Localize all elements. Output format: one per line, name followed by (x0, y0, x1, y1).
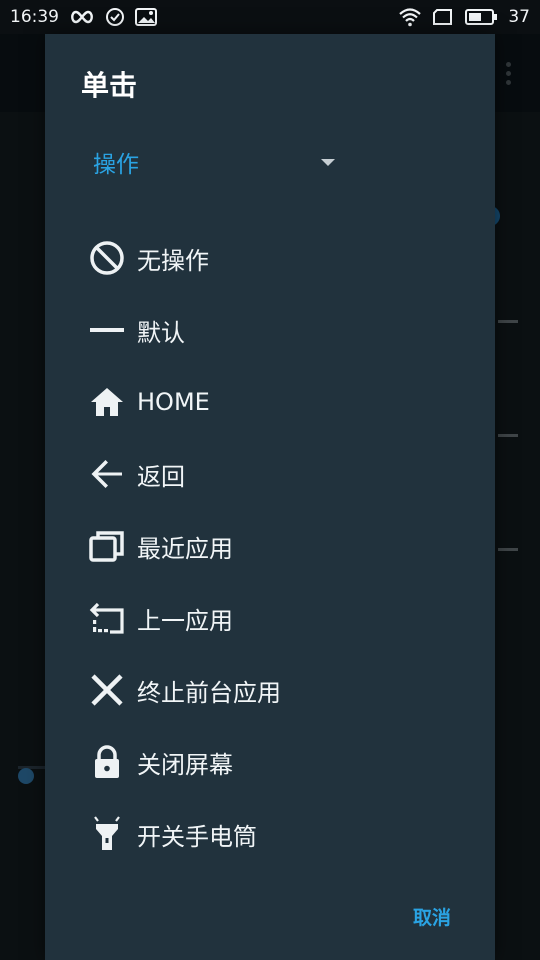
image-icon (135, 7, 157, 27)
dialog-title: 单击 (81, 69, 138, 102)
close-icon (87, 670, 127, 710)
lock-icon (87, 742, 127, 782)
option-back[interactable]: 返回 (45, 438, 495, 510)
option-label: 终止前台应用 (137, 678, 281, 707)
dropdown-value: 操作 (93, 152, 139, 178)
option-default[interactable]: 默认 (45, 294, 495, 366)
sim-icon (432, 8, 454, 26)
previous-app-icon (87, 598, 127, 638)
action-type-dropdown[interactable]: 操作 (93, 142, 335, 182)
battery-icon (464, 8, 498, 26)
option-label: 最近应用 (137, 534, 233, 563)
option-recent-apps[interactable]: 最近应用 (45, 510, 495, 582)
option-home[interactable]: HOME (45, 366, 495, 438)
flashlight-icon (87, 814, 127, 854)
option-screen-off[interactable]: 关闭屏幕 (45, 726, 495, 798)
option-toggle-flashlight[interactable]: 开关手电筒 (45, 798, 495, 870)
no-entry-icon (87, 238, 127, 278)
dropdown-arrow-icon (321, 159, 335, 166)
home-icon (87, 382, 127, 422)
option-label: 开关手电筒 (137, 822, 257, 851)
check-circle-icon (105, 7, 125, 27)
action-picker-dialog: 单击 操作 无操作 默认 HOME 返回 最近应用 上一应用 终止前台应用 关闭… (45, 34, 495, 960)
option-label: 默认 (137, 318, 185, 347)
option-no-action[interactable]: 无操作 (45, 222, 495, 294)
recent-apps-icon (87, 526, 127, 566)
status-bar: 16:39 37 (0, 0, 540, 34)
minus-icon (87, 310, 127, 350)
option-label: 上一应用 (137, 606, 233, 635)
option-label: 返回 (137, 462, 185, 491)
infinity-icon (69, 9, 95, 25)
action-options-list: 无操作 默认 HOME 返回 最近应用 上一应用 终止前台应用 关闭屏幕 开关手… (45, 222, 495, 870)
wifi-icon (398, 7, 422, 27)
option-kill-foreground-app[interactable]: 终止前台应用 (45, 654, 495, 726)
option-previous-app[interactable]: 上一应用 (45, 582, 495, 654)
cancel-button[interactable]: 取消 (413, 903, 451, 930)
option-label: HOME (137, 388, 210, 416)
status-time: 16:39 (10, 7, 59, 27)
battery-level: 37 (508, 7, 530, 27)
back-arrow-icon (87, 454, 127, 494)
option-label: 关闭屏幕 (137, 750, 233, 779)
option-label: 无操作 (137, 246, 209, 275)
